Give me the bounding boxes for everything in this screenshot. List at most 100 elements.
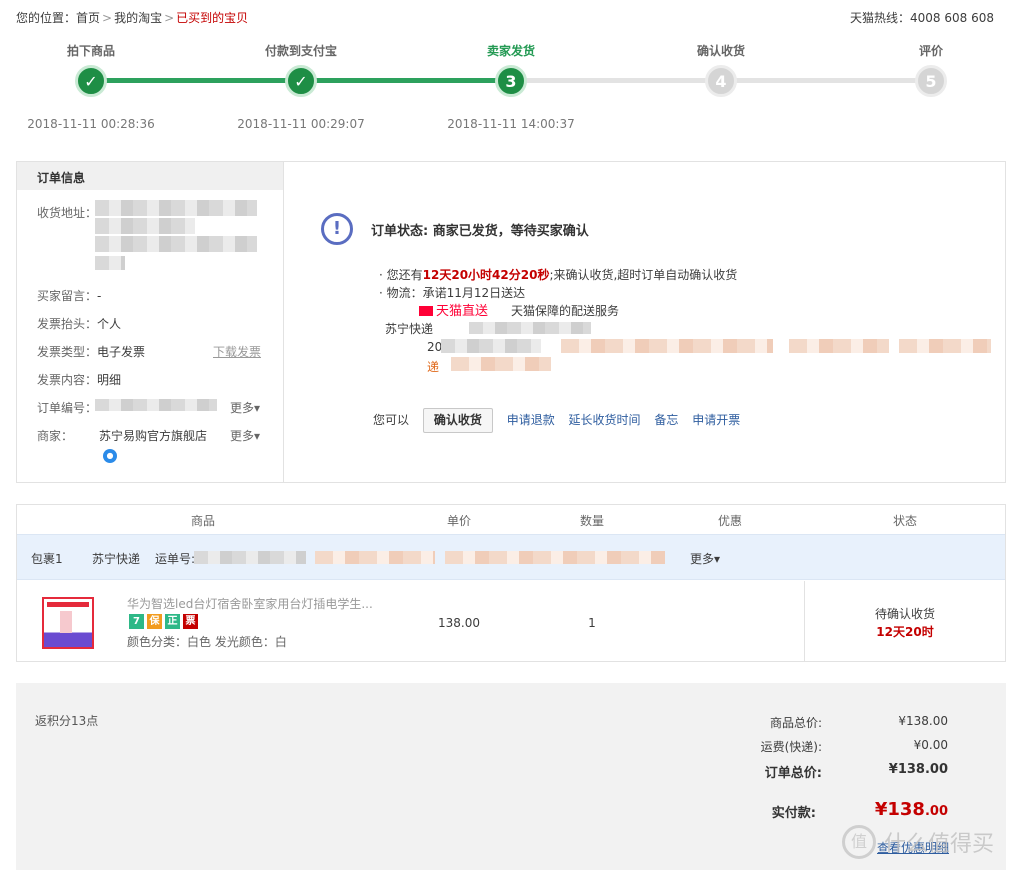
order-info-column: 订单信息 收货地址： 买家留言：- 发票抬头：个人 发票类型：电子发票 下载发票… bbox=[17, 162, 284, 482]
tmall-direct-desc: 天猫保障的配送服务 bbox=[511, 304, 620, 318]
column-header-discount: 优惠 bbox=[717, 514, 743, 528]
seller-more-button[interactable]: 更多▾ bbox=[230, 427, 260, 444]
order-status-title: 订单状态: 商家已发货，等待买家确认 bbox=[371, 224, 589, 239]
seller-value[interactable]: 苏宁易购官方旗舰店 bbox=[99, 429, 207, 443]
tracking-number-redacted bbox=[194, 551, 306, 564]
reward-points: 返积分13点 bbox=[35, 714, 99, 728]
breadcrumb-prefix: 您的位置： bbox=[16, 11, 77, 25]
memo-link[interactable]: 备忘 bbox=[654, 413, 678, 427]
paid-amount-integer: ¥138 bbox=[874, 799, 925, 820]
invoice-type-value: 电子发票 bbox=[97, 345, 146, 359]
genuine-icon[interactable]: 正 bbox=[165, 614, 180, 629]
invoice-content-label: 发票内容： bbox=[37, 373, 98, 387]
item-status: 待确认收货 bbox=[874, 607, 936, 621]
confirm-receipt-button[interactable]: 确认收货 bbox=[422, 408, 493, 433]
goods-total-label: 商品总价: bbox=[769, 716, 822, 730]
order-progress-stepper: 拍下商品 付款到支付宝 卖家发货 确认收货 评价 ✓ ✓ 3 4 5 2018-… bbox=[0, 40, 1014, 140]
order-number-redacted bbox=[95, 399, 217, 411]
logistics-promise: · 物流：承诺11月12日送达 bbox=[379, 286, 526, 300]
tracking-redacted bbox=[469, 322, 591, 334]
invoice-type-row: 发票类型：电子发票 bbox=[37, 343, 145, 360]
address-row: 收货地址： bbox=[37, 204, 97, 221]
order-number-row: 订单编号： bbox=[37, 399, 97, 416]
watermark-logo-icon: 值 bbox=[842, 825, 876, 859]
breadcrumb-my-taobao[interactable]: 我的淘宝 bbox=[114, 11, 162, 25]
item-price: 138.00 bbox=[438, 616, 480, 630]
package-row: 包裹1 苏宁快递 运单号: 更多▾ bbox=[17, 534, 1005, 580]
product-sku: 颜色分类：白色 发光颜色：白 bbox=[127, 635, 287, 649]
order-info-panel: 订单信息 收货地址： 买家留言：- 发票抬头：个人 发票类型：电子发票 下载发票… bbox=[16, 161, 1006, 483]
tmall-cat-icon bbox=[419, 306, 433, 316]
tracking-detail-redacted bbox=[789, 339, 889, 353]
address-redacted bbox=[95, 236, 257, 252]
package-more-button[interactable]: 更多▾ bbox=[690, 550, 720, 567]
order-status-column: ! 订单状态: 商家已发货，等待买家确认 · 您还有12天20小时42分20秒;… bbox=[285, 162, 1005, 482]
guarantee-icon[interactable]: 保 bbox=[147, 614, 162, 629]
order-number-more-button[interactable]: 更多▾ bbox=[230, 399, 260, 416]
column-header-quantity: 数量 bbox=[579, 514, 605, 528]
wangwang-chat-icon[interactable]: ● bbox=[103, 449, 117, 463]
item-status-time: 12天20时 bbox=[876, 625, 934, 639]
item-status-cell: 待确认收货 12天20时 bbox=[804, 581, 1005, 661]
item-row: 华为智选led台灯宿舍卧室家用台灯插电学生... 7 保 正 票 颜色分类：白色… bbox=[17, 581, 1005, 661]
exclamation-icon: ! bbox=[321, 213, 353, 245]
step-time-place-order: 2018-11-11 00:28:36 bbox=[27, 117, 155, 131]
step-number-4: 4 bbox=[705, 65, 737, 97]
invoice-title-value: 个人 bbox=[97, 317, 122, 331]
tracking-detail-redacted bbox=[451, 357, 551, 371]
tmall-direct-logo: 天猫直送 bbox=[419, 300, 488, 319]
chevron-down-icon: ▾ bbox=[714, 552, 721, 566]
breadcrumb: 您的位置：首页 > 我的淘宝 > 已买到的宝贝 bbox=[16, 9, 248, 26]
tracking-detail-redacted bbox=[561, 339, 773, 353]
address-redacted bbox=[95, 218, 195, 234]
product-thumbnail[interactable] bbox=[42, 597, 94, 649]
order-actions: 您可以 确认收货 申请退款 延长收货时间 备忘 申请开票 bbox=[373, 408, 750, 433]
step-label-place-order: 拍下商品 bbox=[66, 44, 116, 58]
product-title[interactable]: 华为智选led台灯宿舍卧室家用台灯插电学生... bbox=[127, 595, 377, 612]
item-quantity: 1 bbox=[588, 616, 596, 630]
column-header-price: 单价 bbox=[446, 514, 472, 528]
more-label: 更多 bbox=[230, 401, 255, 415]
seller-row: 商家： 苏宁易购官方旗舰店 bbox=[37, 427, 207, 444]
invoice-content-value: 明细 bbox=[97, 373, 122, 387]
chevron-down-icon: ▾ bbox=[254, 429, 261, 443]
invoice-icon[interactable]: 票 bbox=[183, 614, 198, 629]
step-label-pay: 付款到支付宝 bbox=[264, 44, 338, 58]
remain-prefix: · 您还有 bbox=[379, 268, 423, 282]
invoice-type-label: 发票类型： bbox=[37, 345, 98, 359]
apply-invoice-link[interactable]: 申请开票 bbox=[692, 413, 740, 427]
tmall-direct-label: 天猫直送 bbox=[436, 304, 489, 319]
step-check-icon: ✓ bbox=[285, 65, 317, 97]
order-total-label: 订单总价: bbox=[764, 766, 822, 781]
remain-suffix: ;来确认收货,超时订单自动确认收货 bbox=[549, 268, 738, 282]
tracking-line-send: 递 bbox=[427, 360, 440, 374]
column-header-product: 商品 bbox=[190, 514, 216, 528]
step-time-pay: 2018-11-11 00:29:07 bbox=[237, 117, 365, 131]
tracking-number-redacted bbox=[315, 551, 435, 564]
invoice-title-row: 发票抬头：个人 bbox=[37, 315, 121, 332]
you-can-label: 您可以 bbox=[373, 413, 410, 427]
tracking-number-redacted bbox=[445, 551, 665, 564]
download-invoice-link[interactable]: 下载发票 bbox=[213, 343, 261, 360]
tracking-line-prefix: 20 bbox=[427, 340, 443, 354]
address-redacted bbox=[95, 256, 125, 270]
tracking-detail-redacted bbox=[441, 339, 541, 353]
top-bar: 您的位置：首页 > 我的淘宝 > 已买到的宝贝 天猫热线：4008 608 608 bbox=[16, 9, 994, 27]
order-total-value: ¥138.00 bbox=[888, 762, 948, 777]
extend-receipt-link[interactable]: 延长收货时间 bbox=[569, 413, 641, 427]
order-number-label: 订单编号： bbox=[37, 401, 98, 415]
more-label: 更多 bbox=[230, 429, 255, 443]
address-redacted bbox=[95, 200, 257, 216]
order-info-heading: 订单信息 bbox=[17, 162, 283, 190]
breadcrumb-home[interactable]: 首页 bbox=[76, 11, 100, 25]
seven-day-return-icon[interactable]: 7 bbox=[129, 614, 144, 629]
breadcrumb-bought-items[interactable]: 已买到的宝贝 bbox=[176, 11, 248, 25]
paid-amount-value: ¥138.00 bbox=[875, 799, 948, 820]
paid-amount-label: 实付款: bbox=[771, 806, 816, 821]
apply-refund-link[interactable]: 申请退款 bbox=[507, 413, 555, 427]
service-badges: 7 保 正 票 bbox=[129, 614, 198, 629]
watermark-text: 什么值得买 bbox=[884, 832, 995, 857]
step-label-ship: 卖家发货 bbox=[486, 44, 536, 58]
seller-label: 商家： bbox=[37, 429, 74, 443]
express-carrier: 苏宁快递 bbox=[385, 322, 434, 336]
